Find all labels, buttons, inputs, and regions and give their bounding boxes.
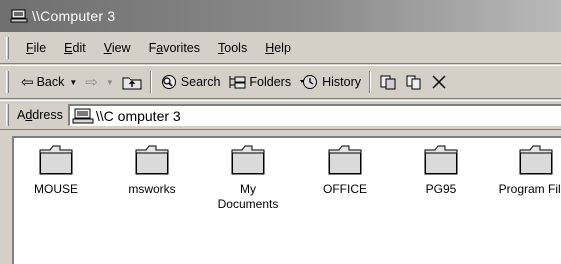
search-icon — [161, 75, 176, 89]
toolbar-grip[interactable] — [6, 71, 9, 93]
folder-item[interactable]: msworks — [110, 144, 194, 197]
history-button[interactable]: History — [295, 69, 365, 95]
history-icon — [300, 75, 318, 89]
menu-edit[interactable]: Edit — [55, 39, 95, 57]
up-folder-button[interactable] — [118, 69, 146, 95]
menu-favorites-label: vorites — [163, 40, 201, 55]
address-label: Address — [17, 108, 63, 122]
back-button[interactable]: ⇦ Back ▼ — [17, 69, 81, 95]
menu-help-accel: H — [265, 40, 275, 55]
window-title: \\Computer 3 — [32, 8, 116, 24]
menu-edit-accel: E — [64, 40, 73, 55]
folder-label: msworks — [128, 182, 176, 196]
menu-tools-label: ools — [224, 40, 248, 55]
forward-arrow-icon: ⇨ — [85, 74, 98, 91]
menu-file-accel: F — [26, 40, 34, 55]
folder-item[interactable]: PG95 — [399, 144, 483, 197]
menu-file-label: ile — [33, 40, 47, 55]
back-dropdown-icon[interactable]: ▼ — [69, 78, 77, 87]
folder-icon — [519, 145, 553, 175]
menu-bar: File Edit View Favorites Tools Help — [0, 32, 561, 64]
menu-view[interactable]: View — [95, 39, 140, 57]
move-to-icon — [380, 75, 396, 90]
menu-view-accel: V — [103, 40, 112, 55]
back-arrow-icon: ⇦ — [21, 74, 34, 91]
folder-icon — [135, 145, 169, 175]
explorer-window: \\Computer 3 File Edit View Favorites To… — [0, 0, 561, 264]
folders-button[interactable]: Folders — [224, 69, 295, 95]
folder-view[interactable]: MOUSE msworks My Documents OFFICE PG95 P… — [12, 136, 561, 264]
forward-button[interactable]: ⇨ ▼ — [81, 69, 118, 95]
toolbar-separator — [369, 71, 371, 93]
menu-edit-label: dit — [72, 40, 86, 55]
menu-file[interactable]: File — [17, 39, 55, 57]
standard-toolbar: ⇦ Back ▼ ⇨ ▼ Search Folders History — [0, 65, 561, 99]
toolbar-separator — [149, 71, 152, 93]
folder-item[interactable]: MOUSE — [14, 144, 98, 197]
folder-item[interactable]: OFFICE — [303, 144, 387, 197]
folder-icon — [231, 145, 265, 175]
history-label: History — [322, 75, 361, 89]
folder-item[interactable]: My Documents — [206, 144, 290, 212]
network-computer-icon — [10, 9, 28, 23]
folders-icon — [229, 76, 246, 89]
menu-favorites[interactable]: Favorites — [140, 39, 209, 57]
menu-help[interactable]: Help — [256, 39, 300, 57]
delete-x-icon — [432, 75, 446, 89]
delete-button[interactable] — [427, 69, 451, 95]
menubar-grip[interactable] — [6, 36, 9, 59]
folder-icon — [424, 145, 458, 175]
title-bar[interactable]: \\Computer 3 — [0, 0, 561, 32]
back-label: Back — [36, 75, 65, 89]
folders-label: Folders — [249, 75, 292, 89]
folder-icon — [328, 145, 362, 175]
address-field[interactable]: \\C omputer 3 — [67, 104, 561, 126]
folder-icon — [39, 145, 73, 175]
address-bar: Address \\C omputer 3 — [0, 100, 561, 130]
up-folder-icon — [122, 77, 142, 90]
copy-to-icon — [406, 75, 421, 90]
address-value: \\C omputer 3 — [95, 107, 181, 124]
folder-label: Program Files — [498, 182, 561, 196]
search-label: Search — [180, 75, 221, 89]
search-button[interactable]: Search — [156, 69, 225, 95]
menu-tools[interactable]: Tools — [209, 39, 256, 57]
menu-help-label: elp — [274, 40, 291, 55]
folder-label: PG95 — [425, 182, 457, 196]
folder-label: My Documents — [217, 182, 279, 211]
addressbar-grip[interactable] — [6, 104, 9, 126]
move-to-button[interactable] — [375, 69, 401, 95]
menu-view-label: iew — [111, 40, 131, 55]
folder-item[interactable]: Program Files — [494, 144, 561, 197]
folder-label: OFFICE — [323, 182, 367, 196]
copy-to-button[interactable] — [401, 69, 427, 95]
folder-label: MOUSE — [33, 182, 78, 196]
address-label-rest: dress — [32, 108, 63, 122]
forward-dropdown-icon[interactable]: ▼ — [106, 78, 114, 87]
network-computer-icon — [72, 108, 94, 123]
